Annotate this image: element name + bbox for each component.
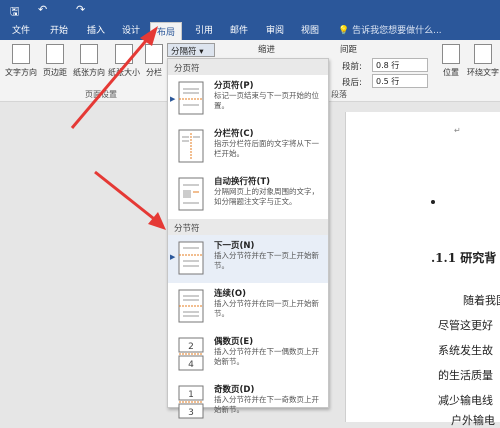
arrow-to-next-page: [94, 170, 166, 230]
arrow-to-layout-tab: [70, 26, 158, 129]
annotation-arrows: [70, 26, 166, 230]
